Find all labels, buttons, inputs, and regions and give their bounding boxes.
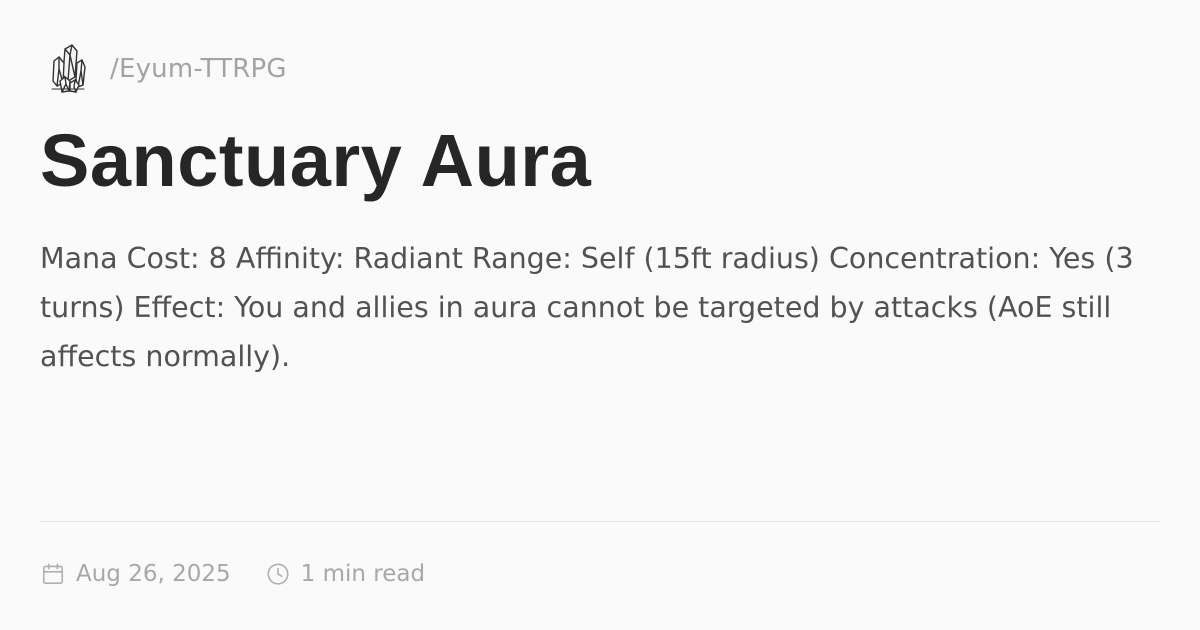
page-title: Sanctuary Aura <box>40 119 592 202</box>
calendar-icon <box>40 561 66 587</box>
read-time-text: 1 min read <box>300 561 426 587</box>
breadcrumb-path-link[interactable]: /Eyum-TTRPG <box>110 54 287 84</box>
publish-date: Aug 26, 2025 <box>40 561 231 587</box>
read-time: 1 min read <box>265 561 425 587</box>
clock-icon <box>265 561 291 587</box>
post-meta: Aug 26, 2025 1 min read <box>40 556 425 592</box>
crystal-cluster-icon[interactable] <box>46 42 90 96</box>
divider <box>40 521 1160 522</box>
publish-date-text: Aug 26, 2025 <box>76 561 231 587</box>
site-header: /Eyum-TTRPG <box>46 42 287 96</box>
page-description: Mana Cost: 8 Affinity: Radiant Range: Se… <box>40 242 1134 373</box>
